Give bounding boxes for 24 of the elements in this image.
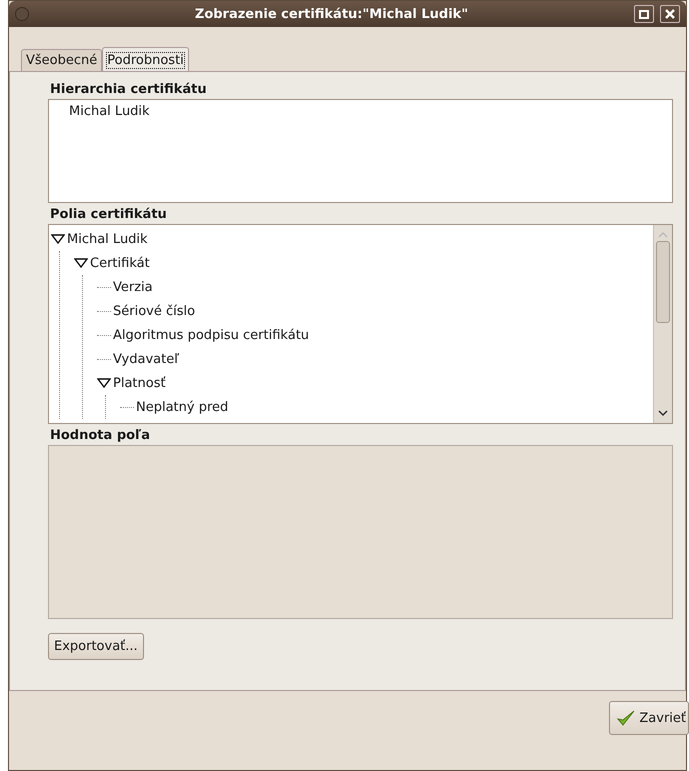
- section-heading: Hodnota poľa: [50, 428, 152, 443]
- tree-item[interactable]: Algoritmus podpisu certifikátu: [113, 328, 310, 342]
- tree-item[interactable]: Vydavateľ: [113, 352, 180, 366]
- close-button[interactable]: Zavrieť: [609, 701, 689, 735]
- tree-item[interactable]: Neplatný pred: [136, 400, 228, 414]
- scrollbar[interactable]: [653, 225, 672, 423]
- checkmark-icon: [616, 708, 636, 728]
- section-heading: Polia certifikátu: [50, 207, 168, 222]
- expanded-triangle-icon[interactable]: [74, 257, 88, 269]
- section-heading: Hierarchia certifikátu: [50, 82, 208, 97]
- tree-item[interactable]: Sériové číslo: [113, 304, 196, 318]
- tree-item[interactable]: Certifikát: [90, 256, 150, 270]
- tab[interactable]: Všeobecné: [21, 49, 102, 71]
- export-button[interactable]: Exportovať...: [48, 633, 144, 660]
- window-title: Zobrazenie certifikátu:"Michal Ludik": [194, 6, 470, 22]
- maximize-icon[interactable]: [634, 5, 654, 23]
- tree-item[interactable]: Verzia: [113, 280, 153, 294]
- tree-item[interactable]: Platnosť: [113, 376, 166, 390]
- tree-item[interactable]: Michal Ludik: [67, 232, 148, 246]
- hierarchy-item[interactable]: Michal Ludik: [69, 104, 652, 119]
- expanded-triangle-icon[interactable]: [97, 377, 111, 389]
- expanded-triangle-icon[interactable]: [51, 233, 65, 245]
- close-icon[interactable]: [660, 5, 680, 23]
- tab[interactable]: Podrobnosti: [102, 47, 189, 72]
